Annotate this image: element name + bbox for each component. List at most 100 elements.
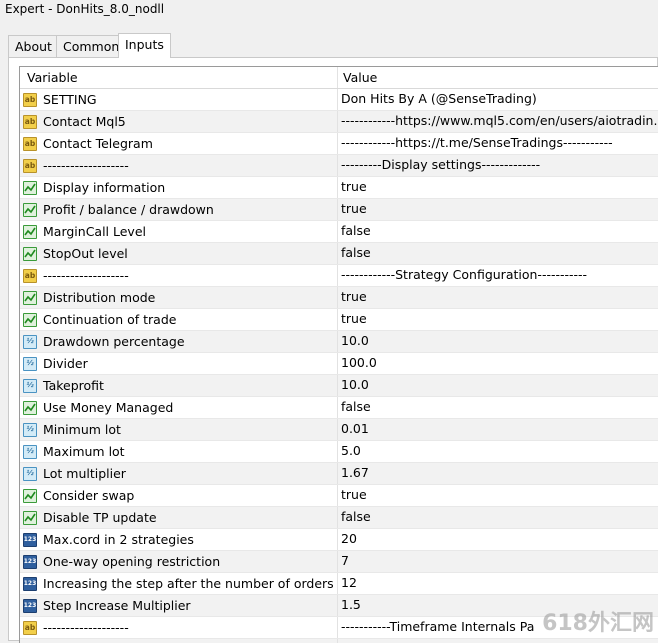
double-type-icon: ½: [23, 423, 37, 437]
value-cell[interactable]: 5.0: [338, 441, 658, 462]
table-row[interactable]: ½Lot multiplier1.67: [20, 463, 658, 485]
value-cell[interactable]: false: [338, 397, 658, 418]
table-row[interactable]: ab SETTING Don Hits By A (@SenseTrading): [20, 89, 658, 111]
value-cell[interactable]: 1.67: [338, 463, 658, 484]
value-cell[interactable]: ------------https://t.me/SenseTradings--…: [338, 133, 658, 154]
double-type-icon: ½: [23, 445, 37, 459]
variable-label: MarginCall Level: [43, 222, 146, 242]
variable-cell[interactable]: ab-------------------: [20, 155, 338, 176]
variable-cell[interactable]: ½Lot multiplier: [20, 463, 338, 484]
value-cell[interactable]: ------------https://www.mql5.com/en/user…: [338, 111, 658, 132]
variable-cell[interactable]: ½ Maximum lot: [20, 441, 338, 462]
value-cell[interactable]: false: [338, 221, 658, 242]
table-row[interactable]: 123One-way opening restriction7: [20, 551, 658, 573]
value-cell[interactable]: false: [338, 507, 658, 528]
table-row[interactable]: Use Money Managedfalse: [20, 397, 658, 419]
table-row[interactable]: ½Minimum lot0.01: [20, 419, 658, 441]
value-cell[interactable]: ------------Strategy Configuration------…: [338, 265, 658, 286]
value-cell[interactable]: true: [338, 309, 658, 330]
variable-cell[interactable]: Continuation of trade: [20, 309, 338, 330]
string-type-icon: ab: [23, 93, 37, 107]
table-row[interactable]: Consider swaptrue: [20, 485, 658, 507]
int-type-icon: 123: [23, 555, 37, 569]
variable-label: Disable TP update: [43, 508, 157, 528]
variable-cell[interactable]: Consider swap: [20, 485, 338, 506]
value-cell[interactable]: 100.0: [338, 353, 658, 374]
column-header-value[interactable]: Value: [338, 67, 658, 88]
variable-cell[interactable]: ab-------------------: [20, 265, 338, 286]
table-row[interactable]: MarginCall Level false: [20, 221, 658, 243]
table-row[interactable]: Disable TP update false: [20, 507, 658, 529]
table-row[interactable]: Display information true: [20, 177, 658, 199]
variable-cell[interactable]: ab SETTING: [20, 89, 338, 110]
variable-cell[interactable]: Profit / balance / drawdown: [20, 199, 338, 220]
variable-cell[interactable]: ½Minimum lot: [20, 419, 338, 440]
tab-inputs[interactable]: Inputs: [118, 33, 171, 58]
variable-cell[interactable]: Display information: [20, 177, 338, 198]
grid-rows: abSETTINGDon Hits By A (@SenseTrading)ab…: [20, 89, 658, 643]
grid-header: Variable Value: [20, 67, 658, 89]
double-type-icon: ½: [23, 357, 37, 371]
variable-cell[interactable]: 123Max.cord in 2 strategies: [20, 529, 338, 550]
bool-type-icon: [23, 225, 37, 239]
value-cell[interactable]: 7: [338, 551, 658, 572]
variable-label: Contact Telegram: [43, 134, 153, 154]
variable-cell[interactable]: ½Divider: [20, 353, 338, 374]
table-row[interactable]: abContact Telegram------------https://t.…: [20, 133, 658, 155]
value-cell[interactable]: false: [338, 243, 658, 264]
variable-cell[interactable]: 123Step Increase Multiplier: [20, 595, 338, 616]
table-row[interactable]: 123Max.cord in 2 strategies20: [20, 529, 658, 551]
tab-about[interactable]: About: [8, 35, 59, 57]
variable-cell[interactable]: abContact Telegram: [20, 133, 338, 154]
value-cell[interactable]: ---------Display settings-------------: [338, 155, 658, 176]
variable-label: SETTING: [43, 90, 97, 110]
bool-type-icon: [23, 313, 37, 327]
value-cell[interactable]: 10.0: [338, 331, 658, 352]
variable-cell[interactable]: ab-------------------: [20, 617, 338, 638]
variable-cell[interactable]: Distribution mode: [20, 287, 338, 308]
variable-label: Maximum lot: [43, 442, 125, 462]
string-type-icon: ab: [23, 115, 37, 129]
table-row[interactable]: Continuation of tradetrue: [20, 309, 658, 331]
variable-label: Display information: [43, 178, 165, 198]
column-header-variable[interactable]: Variable: [20, 67, 338, 88]
variable-cell[interactable]: 123One-way opening restriction: [20, 551, 338, 572]
value-cell[interactable]: 10.0: [338, 375, 658, 396]
value-cell[interactable]: 12: [338, 573, 658, 594]
table-row[interactable]: ½Takeprofit10.0: [20, 375, 658, 397]
table-row[interactable]: StopOut level false: [20, 243, 658, 265]
variable-cell[interactable]: ½Takeprofit: [20, 375, 338, 396]
int-type-icon: 123: [23, 577, 37, 591]
variable-cell[interactable]: 123Initial TimeFrame: [20, 639, 338, 643]
value-cell[interactable]: 0.01: [338, 419, 658, 440]
table-row[interactable]: ½ Maximum lot 5.0: [20, 441, 658, 463]
table-row[interactable]: ab-------------------------------Strateg…: [20, 265, 658, 287]
value-cell[interactable]: Don Hits By A (@SenseTrading): [338, 89, 658, 110]
bool-type-icon: [23, 291, 37, 305]
value-cell[interactable]: M1: [338, 639, 658, 643]
table-row[interactable]: ab----------------------------Display se…: [20, 155, 658, 177]
table-row[interactable]: ½Drawdown percentage10.0: [20, 331, 658, 353]
variable-label: StopOut level: [43, 244, 128, 264]
value-cell[interactable]: 20: [338, 529, 658, 550]
table-row[interactable]: abContact Mql5------------https://www.mq…: [20, 111, 658, 133]
variable-cell[interactable]: Disable TP update: [20, 507, 338, 528]
variable-cell[interactable]: ½Drawdown percentage: [20, 331, 338, 352]
bool-type-icon: [23, 401, 37, 415]
variable-cell[interactable]: 123Increasing the step after the number …: [20, 573, 338, 594]
variable-cell[interactable]: StopOut level: [20, 243, 338, 264]
variable-cell[interactable]: abContact Mql5: [20, 111, 338, 132]
table-row[interactable]: 123Initial TimeFrameM1: [20, 639, 658, 643]
table-row[interactable]: Distribution modetrue: [20, 287, 658, 309]
table-row[interactable]: ½Divider100.0: [20, 353, 658, 375]
variable-cell[interactable]: Use Money Managed: [20, 397, 338, 418]
variable-cell[interactable]: MarginCall Level: [20, 221, 338, 242]
table-row[interactable]: Profit / balance / drawdowntrue: [20, 199, 658, 221]
value-cell[interactable]: true: [338, 287, 658, 308]
table-row[interactable]: 123Increasing the step after the number …: [20, 573, 658, 595]
tab-common[interactable]: Common: [56, 35, 126, 57]
value-cell[interactable]: true: [338, 177, 658, 198]
value-cell[interactable]: true: [338, 199, 658, 220]
variable-label: Takeprofit: [43, 376, 104, 396]
value-cell[interactable]: true: [338, 485, 658, 506]
